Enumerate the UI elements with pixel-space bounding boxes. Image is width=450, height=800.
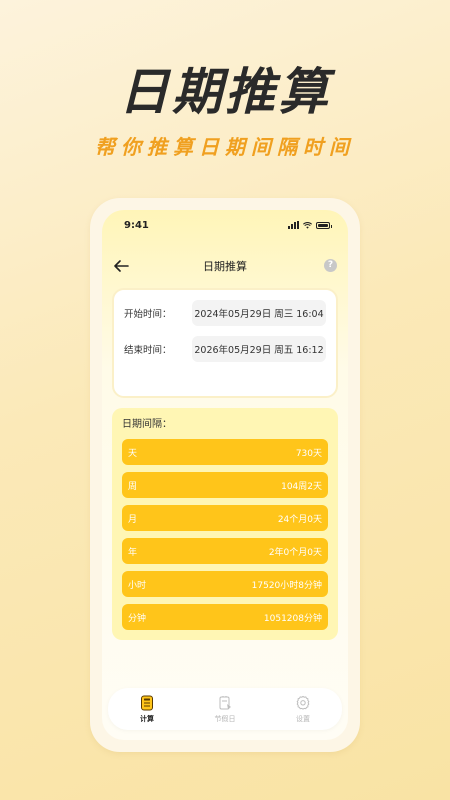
interval-card: 日期间隔： 天 730天 周 104周2天 月 24个月0天 年 2年0个月0天… bbox=[112, 408, 338, 640]
interval-row-years: 年 2年0个月0天 bbox=[122, 538, 328, 564]
interval-row-weeks: 周 104周2天 bbox=[122, 472, 328, 498]
hero-subtitle: 帮你推算日期间隔时间 bbox=[95, 135, 355, 159]
tab-label: 计算 bbox=[140, 714, 154, 723]
calculator-icon bbox=[141, 695, 153, 710]
time-card: 开始时间： 2024年05月29日 周三 16:04 结束时间： 2026年05… bbox=[112, 288, 338, 398]
interval-unit: 分钟 bbox=[128, 613, 147, 624]
start-time-picker[interactable]: 2024年05月29日 周三 16:04 bbox=[192, 300, 326, 326]
interval-value: 24个月0天 bbox=[277, 514, 322, 525]
interval-unit: 天 bbox=[128, 448, 138, 459]
interval-value: 2年0个月0天 bbox=[268, 547, 322, 558]
tab-settings[interactable]: 设置 bbox=[273, 695, 333, 724]
page-title: 日期推算 bbox=[203, 260, 247, 273]
status-bar: 9:41 bbox=[102, 210, 348, 240]
help-icon[interactable]: ? bbox=[324, 259, 337, 272]
interval-row-months: 月 24个月0天 bbox=[122, 505, 328, 531]
status-icons bbox=[288, 221, 332, 229]
interval-row-minutes: 分钟 1051208分钟 bbox=[122, 604, 328, 630]
start-time-label: 开始时间： bbox=[124, 309, 172, 320]
interval-row-hours: 小时 17520小时8分钟 bbox=[122, 571, 328, 597]
tab-label: 节假日 bbox=[214, 714, 236, 723]
nav-bar: 日期推算 ? bbox=[102, 250, 348, 282]
interval-value: 17520小时8分钟 bbox=[251, 580, 322, 591]
holiday-icon bbox=[219, 695, 231, 709]
interval-title: 日期间隔： bbox=[122, 419, 172, 430]
tab-label: 设置 bbox=[296, 714, 310, 723]
wifi-icon bbox=[303, 221, 312, 229]
end-time-label: 结束时间： bbox=[124, 345, 172, 356]
interval-unit: 周 bbox=[128, 481, 138, 492]
interval-value: 104周2天 bbox=[281, 481, 322, 492]
end-time-row: 结束时间： 2026年05月29日 周五 16:12 bbox=[124, 336, 326, 362]
interval-row-days: 天 730天 bbox=[122, 439, 328, 465]
interval-unit: 年 bbox=[128, 547, 138, 558]
hero-title: 日期推算 bbox=[119, 63, 331, 121]
battery-icon bbox=[316, 221, 332, 229]
gear-icon bbox=[296, 695, 310, 710]
phone-frame: 9:41 日期推算 ? 开始时间： 2024年05月29日 周三 16:04 结… bbox=[90, 198, 360, 752]
start-time-row: 开始时间： 2024年05月29日 周三 16:04 bbox=[124, 300, 326, 326]
tab-bar: 计算 节假日 设置 bbox=[108, 688, 342, 730]
interval-unit: 小时 bbox=[128, 580, 147, 591]
phone-screen: 9:41 日期推算 ? 开始时间： 2024年05月29日 周三 16:04 结… bbox=[102, 210, 348, 740]
interval-value: 730天 bbox=[295, 448, 322, 459]
interval-unit: 月 bbox=[128, 514, 138, 525]
status-time: 9:41 bbox=[124, 219, 149, 231]
tab-calculate[interactable]: 计算 bbox=[117, 695, 177, 724]
end-time-picker[interactable]: 2026年05月29日 周五 16:12 bbox=[192, 336, 326, 362]
interval-value: 1051208分钟 bbox=[263, 613, 322, 624]
tab-holidays[interactable]: 节假日 bbox=[195, 695, 255, 724]
signal-icon bbox=[288, 221, 299, 229]
back-arrow-icon[interactable] bbox=[112, 258, 130, 274]
